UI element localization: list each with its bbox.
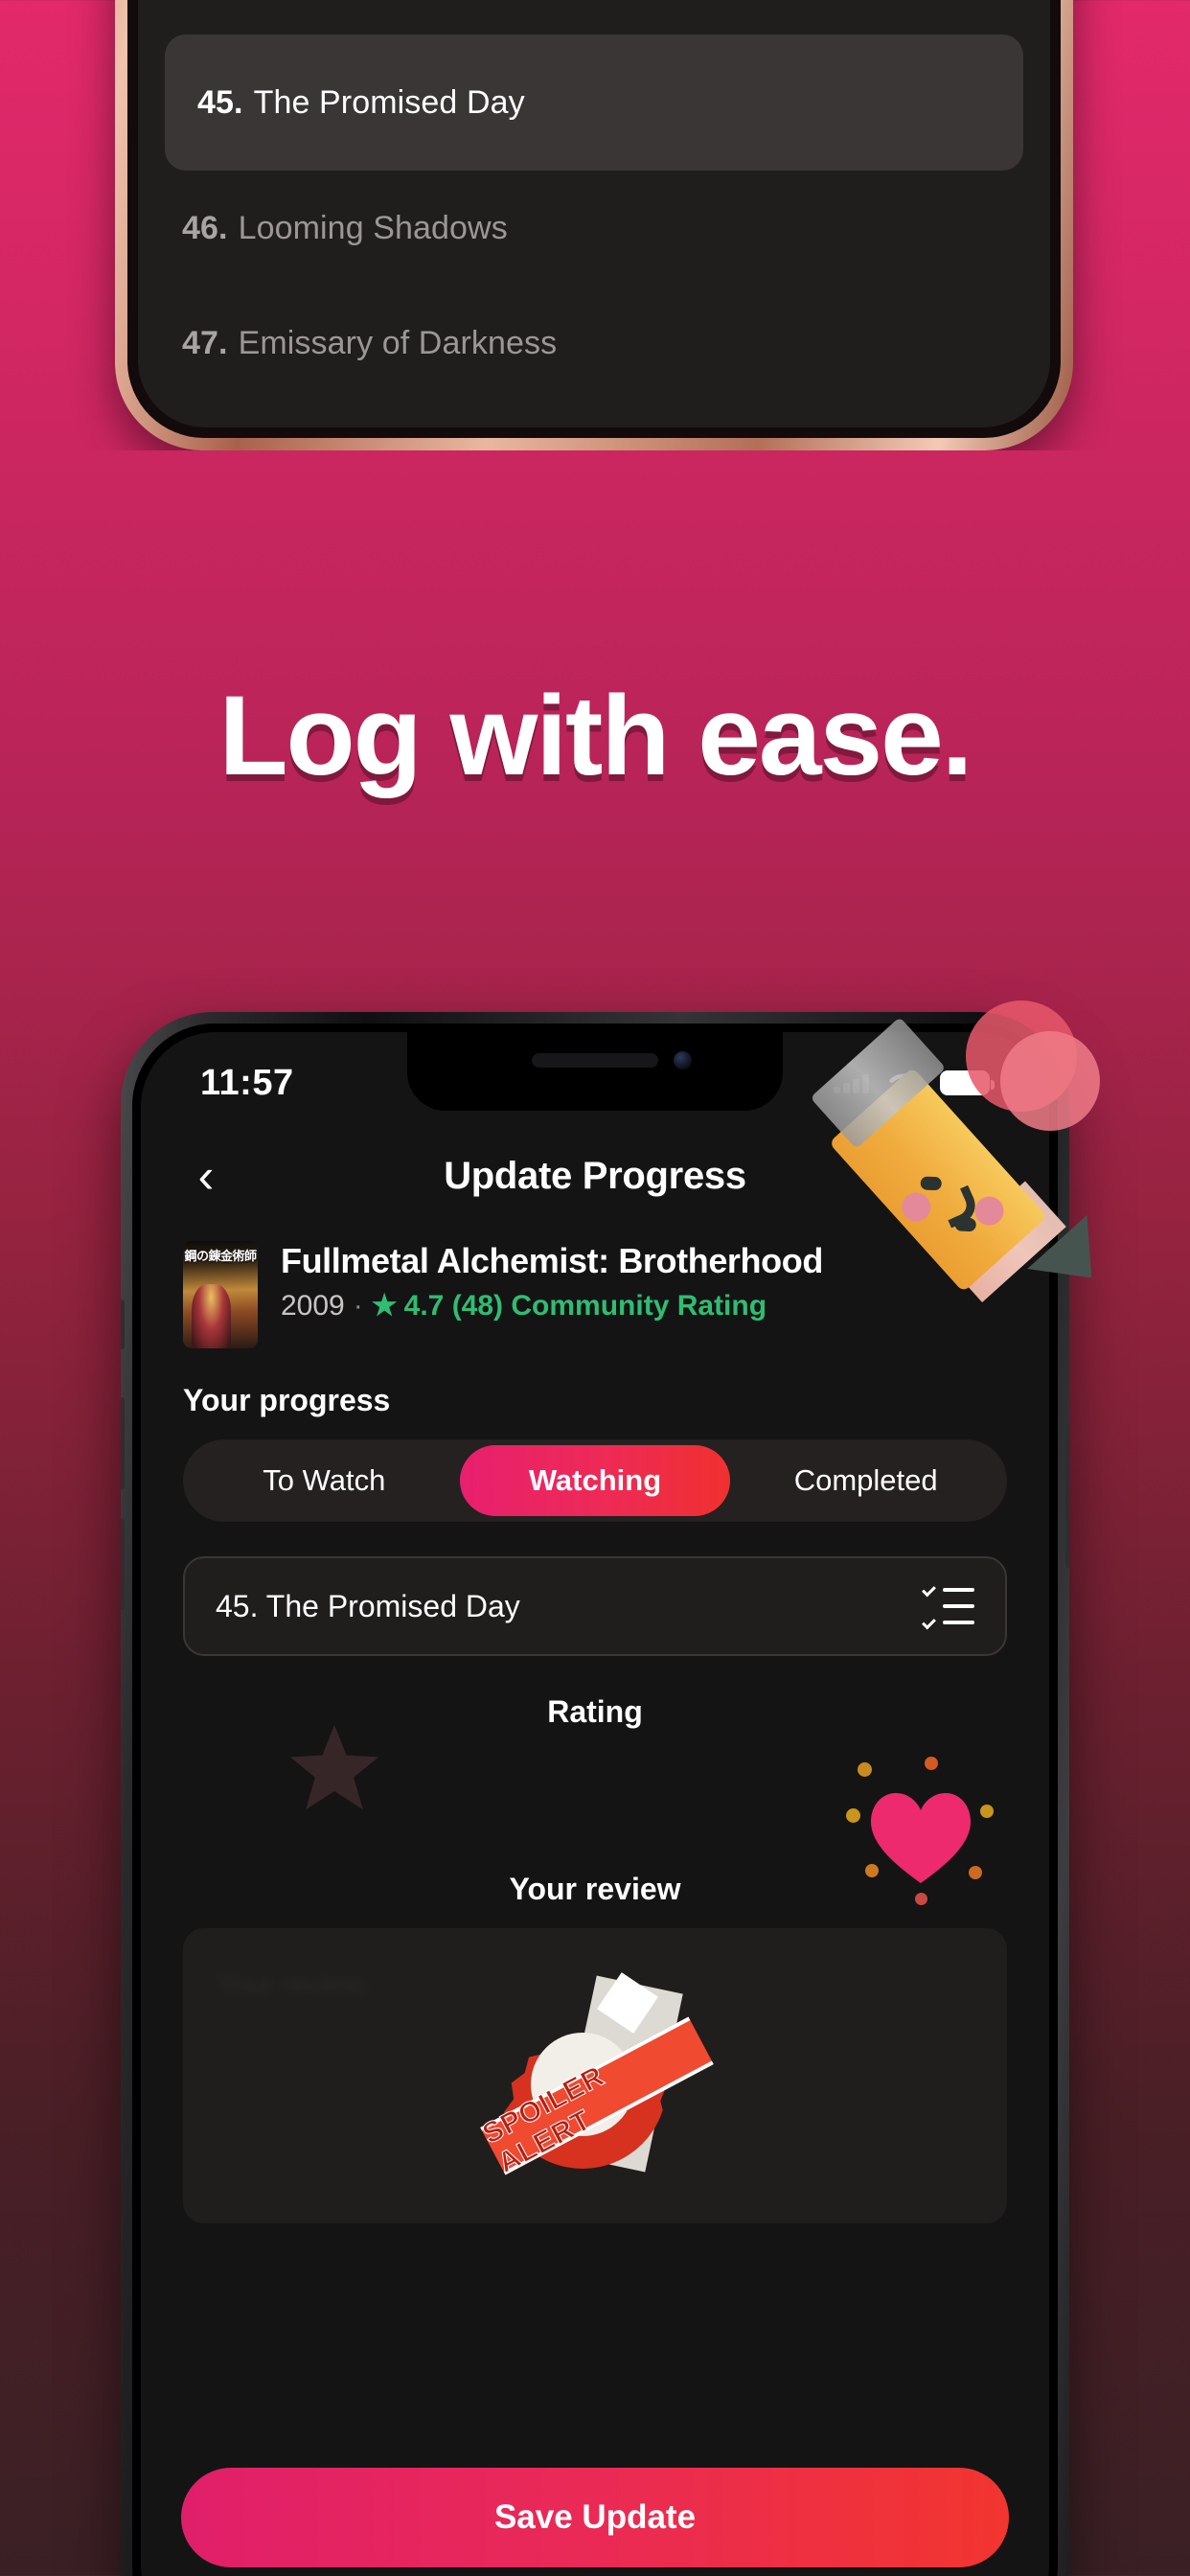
episode-list-item-selected[interactable]: 45. The Promised Day [165, 34, 1023, 171]
episode-selector[interactable]: 45. The Promised Day [183, 1556, 1007, 1656]
marketing-headline: Log with ease. [218, 673, 973, 799]
episode-list-item[interactable]: 44. Revving at Full Throttle [138, 0, 1050, 34]
star-icon[interactable] [279, 1753, 359, 1833]
spoiler-alert-sticker: SPOILER ALERT [477, 1972, 714, 2197]
rating-block [143, 1724, 1047, 1905]
community-rating: ★ 4.7 (48) Community Rating [372, 1289, 767, 1322]
top-phone-inner-bezel: 44. Revving at Full Throttle 45. The Pro… [127, 0, 1061, 438]
save-update-button[interactable]: Save Update [181, 2468, 1009, 2567]
top-phone-screen: 44. Revving at Full Throttle 45. The Pro… [138, 0, 1050, 427]
navigation-bar: ‹ Update Progress [143, 1120, 1047, 1231]
episode-title: The Promised Day [253, 83, 525, 121]
show-title: Fullmetal Alchemist: Brotherhood [281, 1241, 823, 1280]
poster-artwork [192, 1283, 231, 1348]
star-icon[interactable] [373, 1753, 453, 1833]
phone-device: 11:57 ‹ Update Progress 鋼の錬金術師 Fullmetal… [121, 1012, 1069, 2576]
star-icon[interactable] [561, 1753, 641, 1833]
power-button[interactable] [1065, 1424, 1069, 1568]
episode-number: 46. [182, 209, 228, 246]
top-phone-crop: 44. Revving at Full Throttle 45. The Pro… [0, 0, 1190, 450]
show-summary[interactable]: 鋼の錬金術師 Fullmetal Alchemist: Brotherhood … [143, 1231, 1047, 1348]
star-icon: ★ [371, 1290, 398, 1322]
episode-title: Emissary of Darkness [238, 324, 558, 361]
wifi-icon [889, 1073, 920, 1094]
episode-number: 47. [182, 324, 228, 361]
episode-list: 44. Revving at Full Throttle 45. The Pro… [138, 0, 1050, 427]
episode-list-item[interactable]: 46. Looming Shadows [138, 171, 1050, 286]
app-content: ‹ Update Progress 鋼の錬金術師 Fullmetal Alche… [141, 1120, 1049, 2576]
segment-watching[interactable]: Watching [459, 1445, 731, 1516]
volume-up-button[interactable] [121, 1397, 125, 1489]
volume-down-button[interactable] [121, 1518, 125, 1610]
show-poster: 鋼の錬金術師 [183, 1241, 258, 1348]
heart-icon [844, 1757, 997, 1905]
cellular-signal-icon [834, 1072, 869, 1093]
top-phone-device: 44. Revving at Full Throttle 45. The Pro… [115, 0, 1073, 450]
show-meta: Fullmetal Alchemist: Brotherhood 2009 · … [281, 1241, 1007, 1322]
segment-to-watch[interactable]: To Watch [189, 1445, 460, 1516]
episode-title: Looming Shadows [238, 209, 508, 246]
mute-switch[interactable] [121, 1300, 125, 1349]
episode-selector-value: 45. The Promised Day [216, 1588, 520, 1623]
progress-segmented-control[interactable]: To Watch Watching Completed [183, 1439, 1007, 1522]
phone-bezel: 11:57 ‹ Update Progress 鋼の錬金術師 Fullmetal… [132, 1024, 1058, 2576]
phone-screen: 11:57 ‹ Update Progress 鋼の錬金術師 Fullmetal… [141, 1032, 1049, 2576]
segment-completed[interactable]: Completed [730, 1445, 1001, 1516]
battery-full-icon [940, 1070, 995, 1095]
show-subline: 2009 · ★ 4.7 (48) Community Rating [281, 1289, 1007, 1322]
progress-section-label: Your progress [183, 1383, 391, 1417]
chevron-left-icon[interactable]: ‹ [179, 1149, 233, 1203]
show-year: 2009 [281, 1289, 345, 1322]
status-time: 11:57 [200, 1062, 294, 1103]
rating-section-label: Rating [547, 1694, 643, 1729]
poster-japanese-title: 鋼の錬金術師 [184, 1250, 257, 1264]
star-icon[interactable] [185, 1753, 265, 1833]
status-indicators [834, 1068, 995, 1098]
star-icon[interactable] [467, 1753, 547, 1833]
separator-dot: · [353, 1289, 363, 1322]
page-title: Update Progress [444, 1154, 746, 1197]
checklist-icon[interactable] [922, 1582, 974, 1630]
review-textarea[interactable]: Your review... SPOILER ALERT [183, 1928, 1007, 2223]
review-placeholder: Your review... [216, 1968, 387, 2000]
status-bar: 11:57 [141, 1032, 1049, 1120]
community-rating-text: 4.7 (48) Community Rating [403, 1289, 767, 1322]
episode-list-item[interactable]: 47. Emissary of Darkness [138, 286, 1050, 401]
episode-number: 45. [197, 83, 243, 121]
